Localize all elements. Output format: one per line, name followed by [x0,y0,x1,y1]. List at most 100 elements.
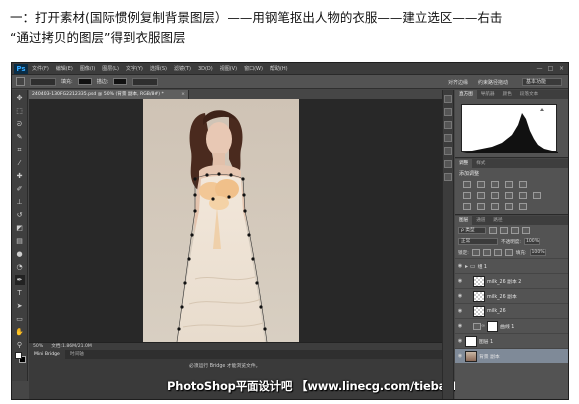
tab-mini-bridge[interactable]: Mini Bridge [29,350,65,359]
pen-tool-preset-icon[interactable] [16,77,25,86]
stroke-swatch[interactable] [113,78,128,85]
type-tool-icon[interactable]: T [15,288,25,298]
marquee-tool-icon[interactable]: ⬚ [15,106,25,116]
color-swatches[interactable] [15,352,26,363]
pen-tool-icon[interactable]: ✒ [14,275,25,285]
brush-tool-icon[interactable]: ✐ [15,184,25,194]
constrain-path-checkbox[interactable]: 约束路径拖动 [478,79,508,86]
foreground-color-swatch[interactable] [15,352,22,359]
move-tool-icon[interactable]: ✥ [15,93,25,103]
lock-position-icon[interactable] [493,249,502,256]
threshold-icon[interactable] [491,203,499,210]
tab-paths[interactable]: 路径 [489,216,506,225]
vibrance-icon[interactable] [519,181,527,188]
tool-mode-select[interactable] [30,77,56,86]
menu-3d[interactable]: 3D(D) [198,66,213,72]
visibility-eye-icon[interactable]: ◉ [455,308,465,314]
visibility-eye-icon[interactable]: ◉ [455,278,465,284]
visibility-eye-icon[interactable]: ◉ [455,323,465,329]
healing-brush-tool-icon[interactable]: ✚ [15,171,25,181]
opacity-input[interactable]: 100% [523,238,540,245]
document-canvas[interactable] [143,99,299,342]
lock-all-icon[interactable] [504,249,513,256]
menu-view[interactable]: 视图(V) [220,65,237,72]
blur-tool-icon[interactable]: ● [15,249,25,259]
adjustment-filter-icon[interactable] [500,227,508,234]
crop-tool-icon[interactable]: ⌗ [15,145,25,155]
layer-row[interactable]: ◉ milk_26 副本 [455,288,568,303]
shape-filter-icon[interactable] [522,227,530,234]
menu-window[interactable]: 窗口(W) [244,65,263,72]
character-panel-icon[interactable] [444,134,452,142]
layer-row[interactable]: ◉ milk_26 [455,303,568,318]
visibility-eye-icon[interactable]: ◉ [455,353,465,359]
tab-navigator[interactable]: 导航器 [477,90,499,99]
shape-tool-icon[interactable]: ▭ [15,314,25,324]
type-filter-icon[interactable] [511,227,519,234]
path-selection-tool-icon[interactable]: ➤ [15,301,25,311]
lock-transparent-icon[interactable] [471,249,480,256]
tab-paragraph-text[interactable]: 段落文本 [516,90,542,99]
curves-icon[interactable] [491,181,499,188]
history-brush-tool-icon[interactable]: ↺ [15,210,25,220]
photo-filter-icon[interactable] [505,192,513,199]
actions-panel-icon[interactable] [444,108,452,116]
fill-swatch[interactable] [77,78,92,85]
visibility-eye-icon[interactable]: ◉ [455,338,465,344]
channel-mixer-icon[interactable] [519,192,527,199]
hand-tool-icon[interactable]: ✋ [15,327,25,337]
canvas-area[interactable] [29,99,442,342]
layer-row[interactable]: ◉ ∞ 曲线 1 [455,318,568,333]
history-panel-icon[interactable] [444,95,452,103]
close-window-button[interactable]: × [558,65,565,72]
align-edges-checkbox[interactable]: 对齐边缘 [448,79,468,86]
quick-select-tool-icon[interactable]: ✎ [15,132,25,142]
visibility-eye-icon[interactable]: ◉ [455,263,465,269]
menu-type[interactable]: 文字(Y) [126,65,143,72]
pixel-filter-icon[interactable] [489,227,497,234]
brightness-icon[interactable] [463,181,471,188]
exposure-icon[interactable] [505,181,513,188]
menu-filter[interactable]: 滤镜(T) [174,65,191,72]
gradient-tool-icon[interactable]: ▤ [15,236,25,246]
visibility-eye-icon[interactable]: ◉ [455,293,465,299]
dodge-tool-icon[interactable]: ◔ [15,262,25,272]
stroke-width-select[interactable] [132,77,159,86]
tab-color[interactable]: 颜色 [499,90,516,99]
menu-select[interactable]: 选择(S) [150,65,167,72]
posterize-icon[interactable] [477,203,485,210]
paragraph-panel-icon[interactable] [444,147,452,155]
zoom-tool-icon[interactable]: ⚲ [15,340,25,350]
tab-styles[interactable]: 样式 [472,159,489,168]
layer-row[interactable]: ◉ 图层 1 [455,333,568,348]
black-white-icon[interactable] [491,192,499,199]
selective-color-icon[interactable] [519,203,527,210]
lock-pixels-icon[interactable] [482,249,491,256]
tab-histogram[interactable]: 直方图 [455,90,477,99]
levels-icon[interactable] [477,181,485,188]
gradient-map-icon[interactable] [505,203,513,210]
menu-file[interactable]: 文件(F) [32,65,49,72]
color-balance-icon[interactable] [477,192,485,199]
document-tab-close-icon[interactable]: × [181,90,185,99]
clone-source-panel-icon[interactable] [444,173,452,181]
minimize-button[interactable]: — [536,65,543,72]
maximize-button[interactable]: □ [547,65,554,72]
layer-kind-filter[interactable]: ρ 类型 [458,227,486,234]
menu-image[interactable]: 图像(I) [80,65,95,72]
eraser-tool-icon[interactable]: ◩ [15,223,25,233]
properties-panel-icon[interactable] [444,121,452,129]
tab-channels[interactable]: 通道 [472,216,489,225]
eyedropper-tool-icon[interactable]: ⁄ [15,158,25,168]
invert-icon[interactable] [463,203,471,210]
layer-row[interactable]: ◉ ▸ ▭ 组 1 [455,258,568,273]
tab-layers[interactable]: 图层 [455,216,473,225]
histogram-warning-icon[interactable] [540,108,544,111]
hue-saturation-icon[interactable] [463,192,471,199]
menu-help[interactable]: 帮助(H) [270,65,288,72]
workspace-select[interactable]: 基本功能 [522,78,562,86]
menu-edit[interactable]: 编辑(E) [56,65,73,72]
fill-input[interactable]: 100% [529,249,546,256]
brush-panel-icon[interactable] [444,160,452,168]
tab-timeline[interactable]: 时间轴 [65,350,89,359]
